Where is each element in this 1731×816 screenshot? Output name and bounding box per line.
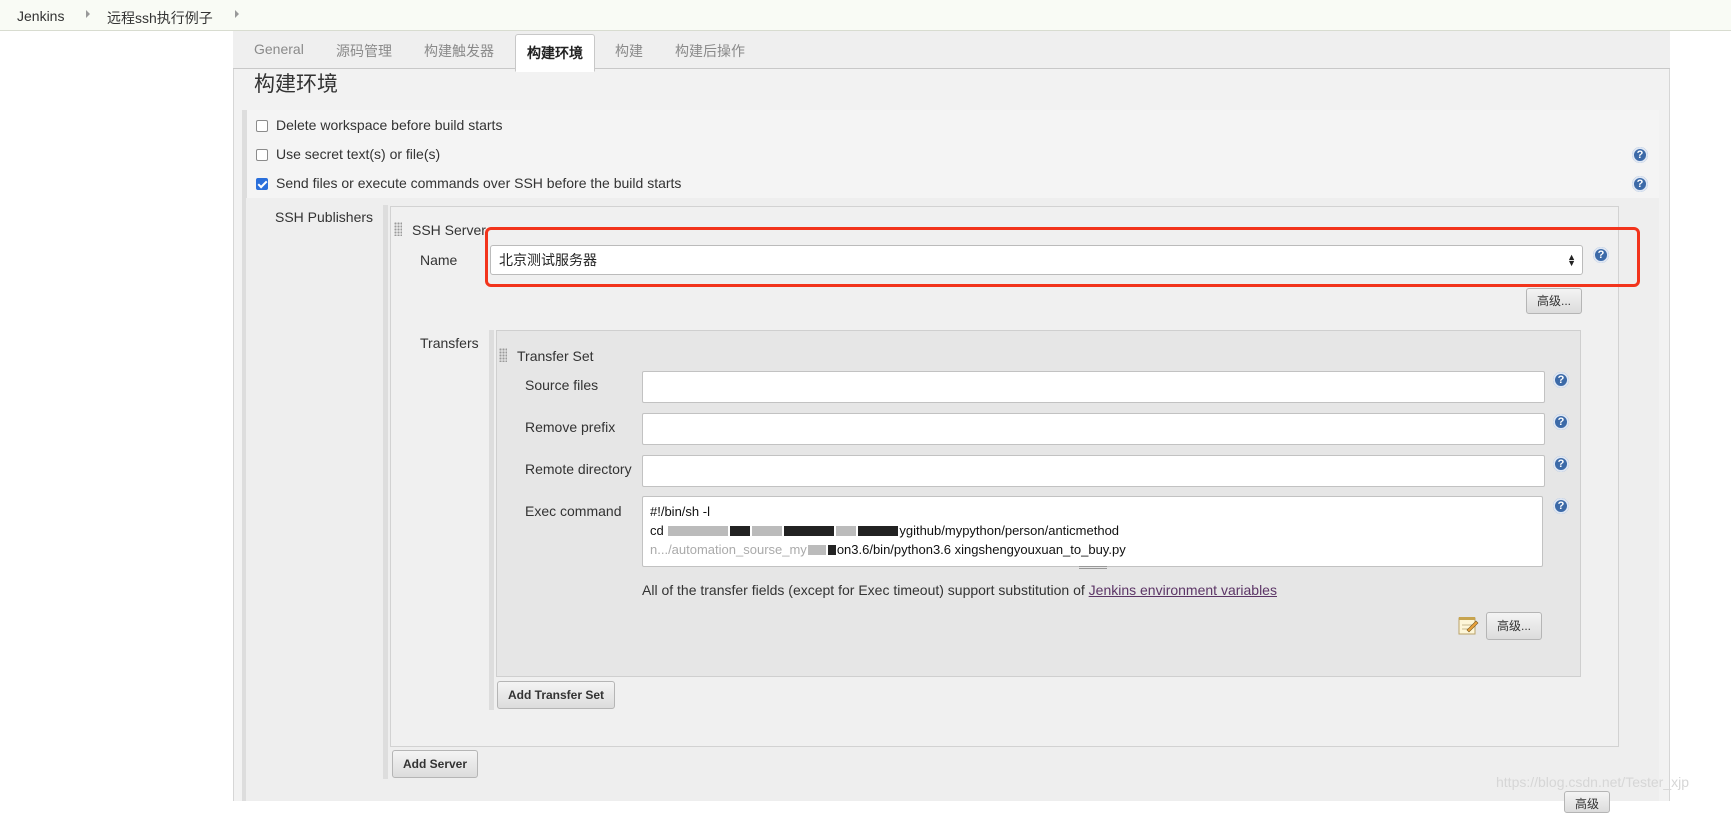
add-transfer-set-button[interactable]: Add Transfer Set [497,681,616,709]
exec-command-label: Exec command [525,503,622,519]
option-label: Use secret text(s) or file(s) [276,146,441,162]
env-vars-link[interactable]: Jenkins environment variables [1089,582,1277,598]
tab-general[interactable]: General [254,41,304,57]
breadcrumb-jenkins[interactable]: Jenkins [17,8,64,24]
redaction [752,526,783,536]
note-text: All of the transfer fields (except for E… [642,582,1089,598]
tab-source[interactable]: 源码管理 [336,41,392,61]
secret-text-checkbox[interactable] [256,149,268,161]
tab-post-build[interactable]: 构建后操作 [675,41,745,61]
name-label: Name [420,252,458,268]
redaction [836,526,857,536]
tab-build-environment[interactable]: 构建环境 [515,34,595,72]
ssh-publishers-label: SSH Publishers [275,209,374,225]
exec-line: #!/bin/sh -l [650,504,710,519]
help-icon[interactable]: ? [1553,498,1569,514]
drag-handle-icon[interactable] [499,348,507,362]
transfers-strip [489,330,494,710]
option-delete-workspace[interactable]: Delete workspace before build starts [256,117,502,133]
notepad-icon[interactable] [1457,614,1479,636]
redaction [784,526,835,536]
remove-prefix-label: Remove prefix [525,419,616,435]
exec-line: on3.6/bin/python3.6 xingshengyouxuan_to_… [836,542,1126,557]
help-icon[interactable]: ? [1553,372,1569,388]
exec-command-textarea[interactable]: #!/bin/sh -l cd ygithub/mypython/person/… [642,496,1543,567]
remote-directory-label: Remote directory [525,461,632,477]
help-icon[interactable]: ? [1553,414,1569,430]
exec-line: cd [650,523,668,538]
help-icon[interactable]: ? [1632,176,1648,192]
resize-grip-icon[interactable] [1079,566,1107,569]
substitution-note: All of the transfer fields (except for E… [642,582,1277,598]
source-files-label: Source files [525,377,599,393]
drag-handle-icon[interactable] [394,222,402,236]
watermark: https://blog.csdn.net/Tester_xjp [1496,774,1689,790]
section-title: 构建环境 [254,73,338,96]
option-ssh-publish[interactable]: Send files or execute commands over SSH … [256,175,681,191]
option-secret-text[interactable]: Use secret text(s) or file(s) [256,146,440,162]
tab-triggers[interactable]: 构建触发器 [424,41,494,61]
exec-line: ygithub/mypython/person/anticmethod [899,523,1120,538]
transfers-label: Transfers [420,335,479,351]
redaction [858,526,899,536]
breadcrumb-job[interactable]: 远程ssh执行例子 [107,8,213,28]
breadcrumb: Jenkins 远程ssh执行例子 [0,0,1731,31]
redaction [730,526,751,536]
transfer-set-heading: Transfer Set [517,348,594,364]
option-label: Delete workspace before build starts [276,117,503,133]
ssh-server-heading: SSH Server [412,222,486,238]
exec-line: n.../automation_sourse_my [650,542,807,557]
breadcrumb-separator-icon[interactable] [235,10,239,18]
help-icon[interactable]: ? [1632,147,1648,163]
add-server-button[interactable]: Add Server [392,750,479,778]
help-icon[interactable]: ? [1553,456,1569,472]
server-advanced-button[interactable]: 高级... [1526,288,1583,314]
redaction [807,545,826,555]
source-files-input[interactable] [642,371,1545,403]
remove-prefix-input[interactable] [642,413,1545,445]
redaction [668,526,729,536]
delete-workspace-checkbox[interactable] [256,120,268,132]
transfer-advanced-button[interactable]: 高级... [1486,612,1543,640]
highlight-annotation [485,227,1640,287]
tab-build[interactable]: 构建 [615,41,643,61]
redaction [827,545,836,555]
remote-directory-input[interactable] [642,455,1545,487]
option-label: Send files or execute commands over SSH … [276,175,682,191]
breadcrumb-separator-icon[interactable] [86,10,90,18]
bottom-advanced-button[interactable]: 高级 [1564,791,1611,813]
ssh-strip [383,205,388,779]
config-tabs: General 源码管理 构建触发器 构建环境 构建 构建后操作 [233,31,1670,72]
ssh-publish-checkbox[interactable] [256,178,268,190]
